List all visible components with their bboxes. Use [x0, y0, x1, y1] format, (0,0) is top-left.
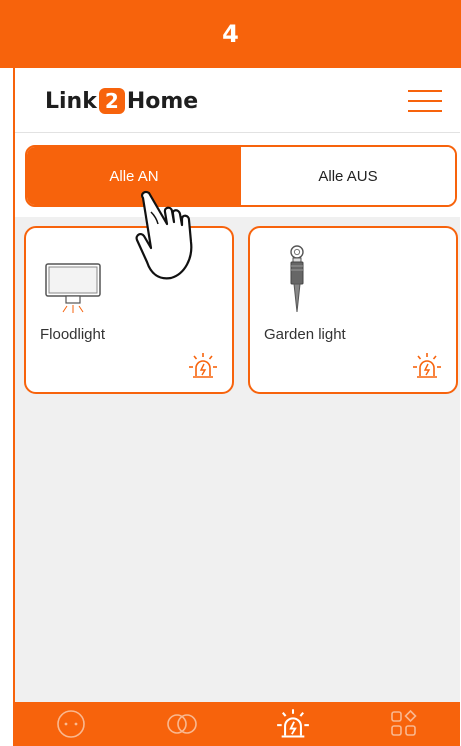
logo-text-right: Home	[126, 88, 199, 114]
app-logo: Link 2 Home	[45, 88, 198, 114]
garden-light-icon	[290, 245, 304, 313]
floodlight-icon	[45, 263, 101, 313]
apps-icon	[391, 709, 418, 736]
alarm-icon	[277, 709, 309, 738]
alarm-icon[interactable]	[412, 352, 442, 380]
step-banner: 4	[0, 0, 461, 68]
alarm-icon[interactable]	[188, 352, 218, 380]
device-name: Garden light	[264, 326, 346, 343]
all-off-button[interactable]: Alle AUS	[241, 147, 455, 205]
toggle-area: Alle AN Alle AUS	[15, 133, 460, 217]
device-card-garden-light[interactable]: Garden light	[248, 226, 458, 394]
link-icon	[167, 714, 197, 734]
bottom-tab-bar	[15, 702, 460, 746]
tab-apps[interactable]	[349, 708, 460, 740]
device-name: Floodlight	[40, 326, 106, 343]
app-screen: Link 2 Home Alle AN Alle AUS Floodlight	[13, 68, 460, 746]
step-number: 4	[222, 20, 239, 48]
tab-alarm[interactable]	[238, 708, 349, 740]
tab-face[interactable]	[15, 708, 126, 740]
pointing-hand-icon	[135, 190, 193, 280]
logo-text-left: Link	[45, 88, 97, 114]
face-icon	[56, 710, 85, 738]
logo-number: 2	[98, 88, 125, 114]
hamburger-menu-icon[interactable]	[408, 90, 442, 114]
app-header: Link 2 Home	[15, 68, 460, 133]
tab-link[interactable]	[126, 708, 237, 740]
all-toggle: Alle AN Alle AUS	[25, 145, 457, 207]
